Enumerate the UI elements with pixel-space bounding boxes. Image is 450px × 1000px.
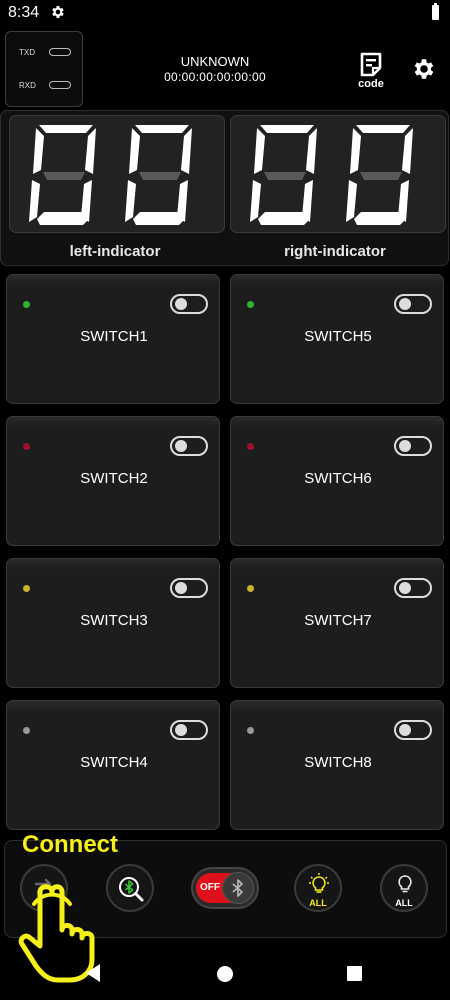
- all-on-label: ALL: [309, 898, 327, 908]
- switch-label: SWITCH6: [304, 470, 372, 487]
- switch-toggle[interactable]: [394, 578, 432, 598]
- bulb-off-icon: [398, 875, 412, 893]
- code-doc-icon: [360, 52, 382, 77]
- switch-label: SWITCH2: [80, 470, 148, 487]
- connection-status: UNKNOWN: [180, 54, 250, 69]
- switch-led-indicator: [23, 585, 30, 592]
- serial-status-box: TXD RXD: [5, 31, 83, 107]
- switch-label: SWITCH7: [304, 612, 372, 629]
- battery-icon: [432, 3, 439, 20]
- bluetooth-power-toggle[interactable]: OFF: [191, 867, 259, 909]
- switch-label: SWITCH1: [80, 328, 148, 345]
- bluetooth-search-icon: [119, 877, 144, 902]
- toggle-knob: [399, 724, 411, 736]
- right-indicator-label: right-indicator: [284, 243, 386, 260]
- all-lights-off-button[interactable]: ALL: [380, 864, 428, 912]
- toggle-knob: [175, 440, 187, 452]
- connect-hint-label: Connect: [22, 831, 118, 858]
- switch-led-indicator: [247, 585, 254, 592]
- right-indicator-display: [230, 115, 446, 233]
- switch-toggle[interactable]: [170, 436, 208, 456]
- switch-toggle[interactable]: [170, 720, 208, 740]
- status-time: 8:34: [8, 4, 40, 21]
- switch-led-indicator: [23, 301, 30, 308]
- rx-led: [49, 81, 71, 89]
- switch-toggle[interactable]: [394, 720, 432, 740]
- code-button-label: code: [358, 78, 384, 90]
- switch-label: SWITCH8: [304, 754, 372, 771]
- switch-led-indicator: [247, 443, 254, 450]
- toggle-knob: [175, 298, 187, 310]
- switch-tile[interactable]: SWITCH5: [230, 274, 444, 404]
- switch-tile[interactable]: SWITCH1: [6, 274, 220, 404]
- switch-led-indicator: [247, 301, 254, 308]
- scan-bluetooth-button[interactable]: [106, 864, 154, 912]
- tx-led: [49, 48, 71, 56]
- all-lights-on-button[interactable]: ALL: [294, 864, 342, 912]
- seven-segment-digits: [29, 125, 192, 225]
- switch-tile[interactable]: SWITCH2: [6, 416, 220, 546]
- nav-recents-button[interactable]: [347, 966, 362, 981]
- switch-tile[interactable]: SWITCH3: [6, 558, 220, 688]
- toggle-knob: [399, 582, 411, 594]
- switch-label: SWITCH3: [80, 612, 148, 629]
- toggle-knob: [175, 582, 187, 594]
- switch-tile[interactable]: SWITCH4: [6, 700, 220, 830]
- toggle-knob: [175, 724, 187, 736]
- gear-icon: [52, 6, 64, 18]
- seven-segment-digits: [250, 125, 413, 225]
- tx-label: TXD: [19, 48, 35, 57]
- switch-label: SWITCH4: [80, 754, 148, 771]
- switch-led-indicator: [23, 727, 30, 734]
- switch-toggle[interactable]: [170, 294, 208, 314]
- left-indicator-display: [9, 115, 225, 233]
- switch-led-indicator: [23, 443, 30, 450]
- switch-tile[interactable]: SWITCH6: [230, 416, 444, 546]
- nav-back-button[interactable]: [86, 964, 100, 982]
- off-label: OFF: [200, 882, 220, 893]
- settings-gear-icon[interactable]: [411, 56, 437, 82]
- nav-home-button[interactable]: [217, 966, 233, 982]
- rx-label: RXD: [19, 81, 36, 90]
- toggle-knob: [399, 440, 411, 452]
- switch-label: SWITCH5: [304, 328, 372, 345]
- left-indicator-label: left-indicator: [69, 243, 161, 260]
- switch-tile[interactable]: SWITCH8: [230, 700, 444, 830]
- toggle-knob: [399, 298, 411, 310]
- switch-toggle[interactable]: [170, 578, 208, 598]
- switch-toggle[interactable]: [394, 436, 432, 456]
- bulb-on-icon: [309, 873, 329, 893]
- all-off-label: ALL: [395, 898, 413, 908]
- toggle-knob: [222, 872, 254, 904]
- switch-toggle[interactable]: [394, 294, 432, 314]
- switch-tile[interactable]: SWITCH7: [230, 558, 444, 688]
- connection-elapsed-time: 00:00:00:00:00:00: [164, 70, 266, 84]
- switch-led-indicator: [247, 727, 254, 734]
- bluetooth-icon: [232, 879, 243, 897]
